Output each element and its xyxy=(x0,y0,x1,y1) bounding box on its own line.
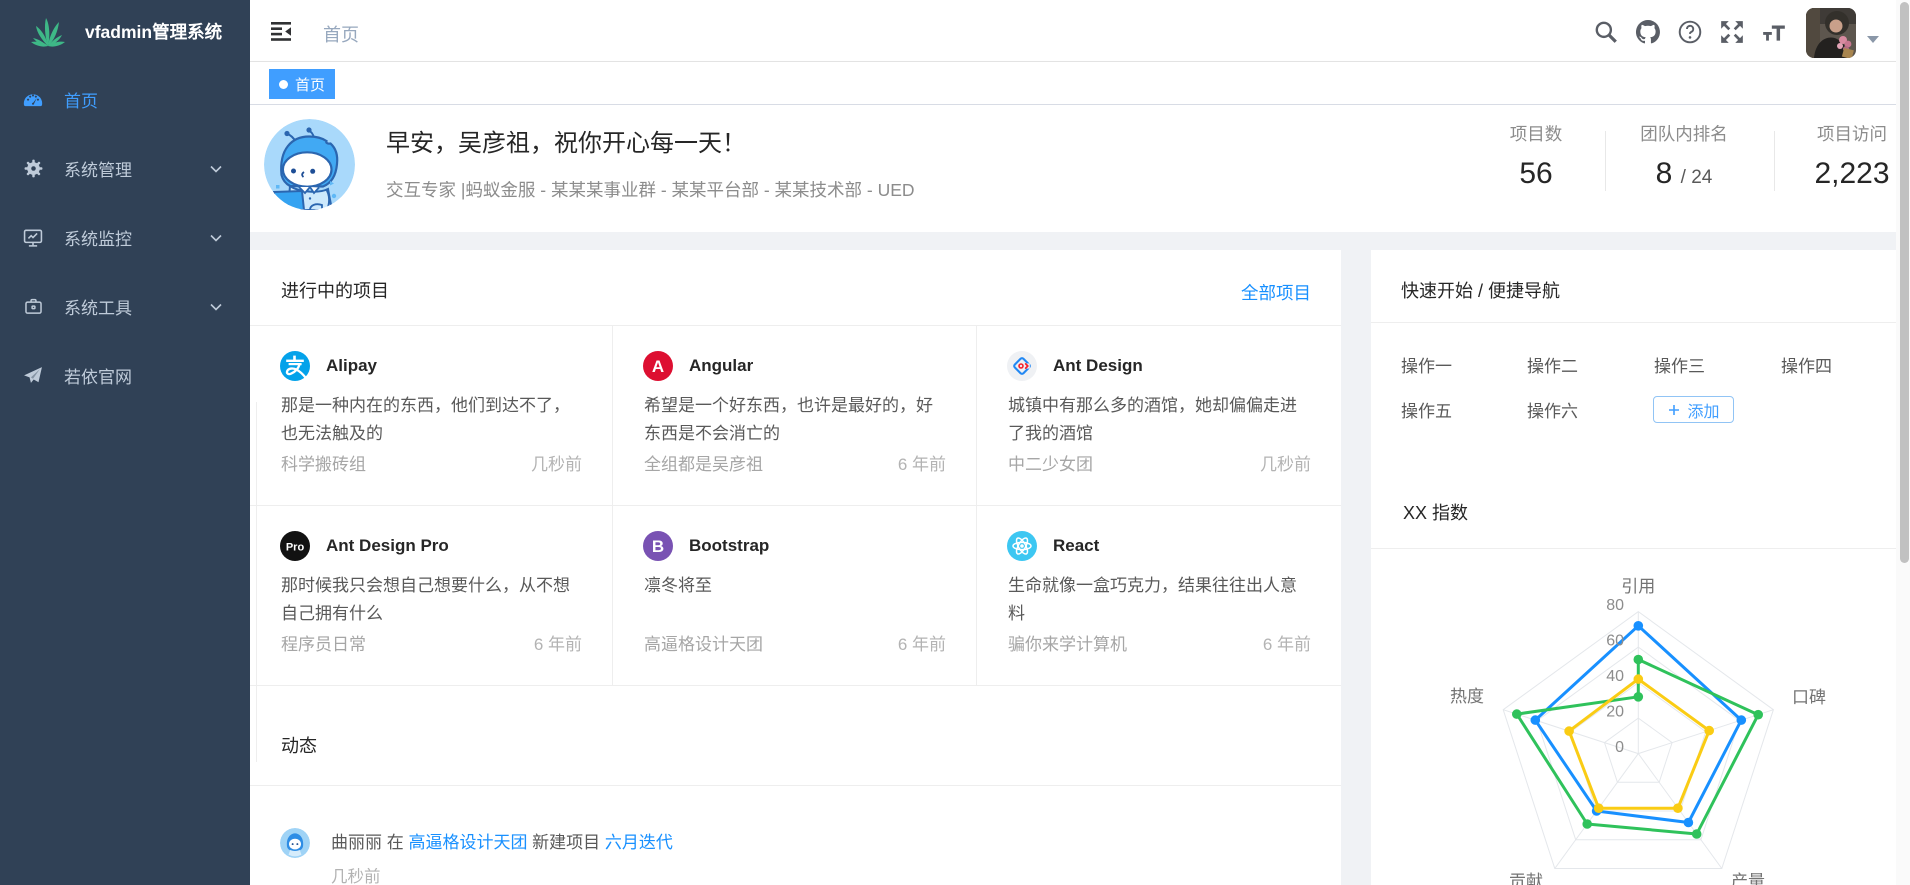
svg-text:40: 40 xyxy=(1606,668,1624,685)
svg-text:引用: 引用 xyxy=(1621,577,1655,596)
svg-text:贡献: 贡献 xyxy=(1509,872,1543,885)
svg-text:B: B xyxy=(652,537,664,556)
svg-text:口碑: 口碑 xyxy=(1792,688,1826,707)
svg-text:60: 60 xyxy=(1606,633,1624,650)
svg-text:Pro: Pro xyxy=(286,542,305,554)
svg-text:产量: 产量 xyxy=(1731,872,1765,885)
svg-text:20: 20 xyxy=(1606,704,1624,721)
svg-text:热度: 热度 xyxy=(1450,687,1484,706)
svg-text:A: A xyxy=(652,357,664,376)
svg-text:80: 80 xyxy=(1606,597,1624,614)
svg-text:0: 0 xyxy=(1615,739,1624,756)
